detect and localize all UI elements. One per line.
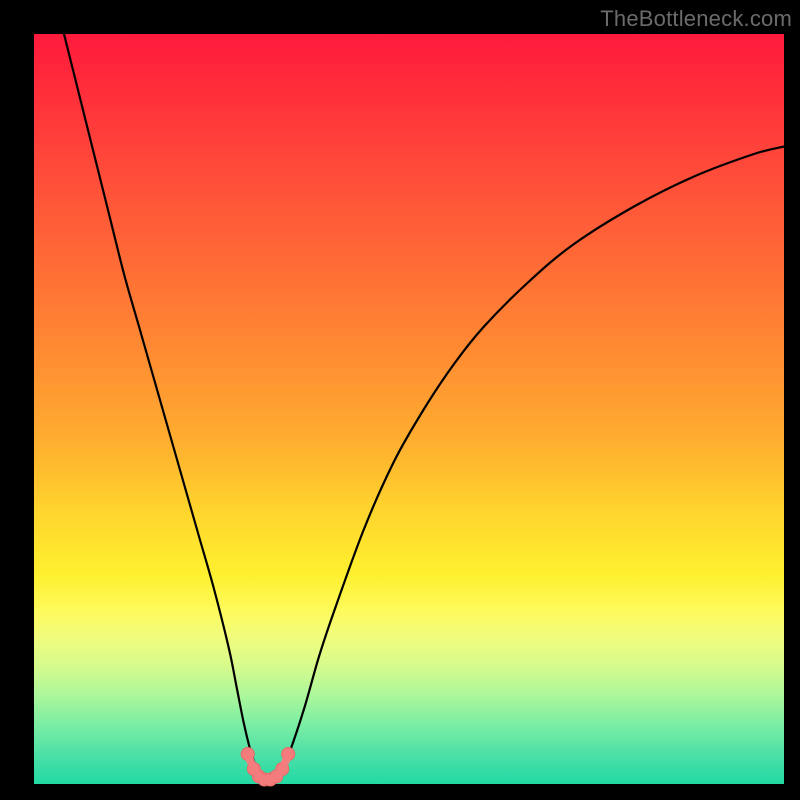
bottleneck-curve bbox=[64, 34, 784, 781]
plot-area bbox=[34, 34, 784, 784]
watermark-text: TheBottleneck.com bbox=[600, 6, 792, 32]
chart-frame: TheBottleneck.com bbox=[0, 0, 800, 800]
chart-svg bbox=[34, 34, 784, 784]
